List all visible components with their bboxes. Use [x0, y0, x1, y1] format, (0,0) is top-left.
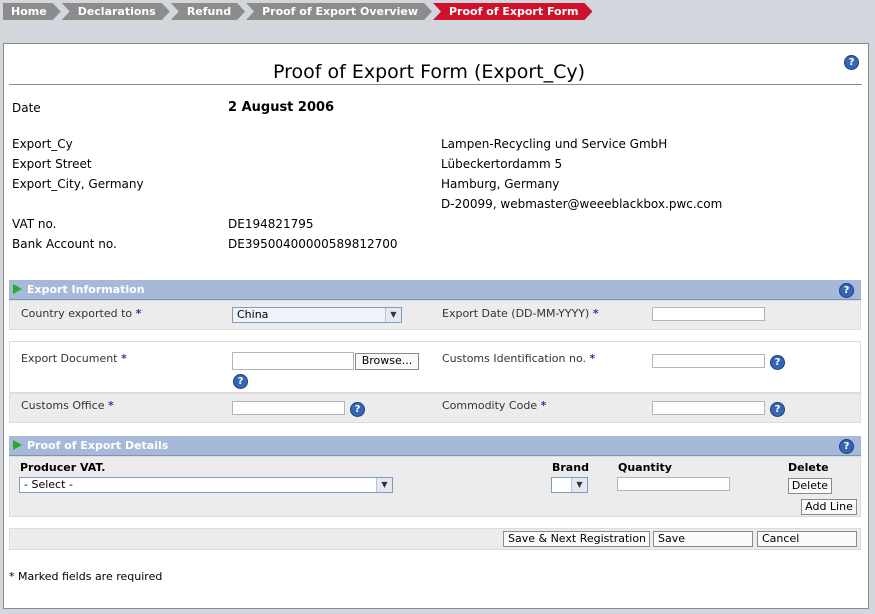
export-information-header: Export Information ? [9, 280, 861, 300]
export-document-label: Export Document * [21, 352, 127, 365]
proof-of-export-details-header: Proof of Export Details ? [9, 436, 861, 456]
quantity-column-header: Quantity [618, 461, 672, 474]
exporter-city: Export_City, Germany [12, 177, 144, 191]
help-icon[interactable]: ? [770, 355, 785, 370]
customs-office-label: Customs Office * [21, 399, 114, 412]
delete-column-header: Delete [788, 461, 829, 474]
chevron-down-icon[interactable]: ▼ [376, 478, 392, 492]
help-icon[interactable]: ? [839, 439, 854, 454]
commodity-code-input[interactable] [652, 401, 765, 415]
vat-value: DE194821795 [228, 217, 314, 231]
recipient-contact: D-20099, webmaster@weeeblackbox.pwc.com [441, 197, 723, 211]
recipient-name: Lampen-Recycling und Service GmbH [441, 137, 668, 151]
brand-column-header: Brand [552, 461, 589, 474]
export-date-input[interactable] [652, 307, 765, 321]
help-icon[interactable]: ? [233, 374, 248, 389]
customs-id-input[interactable] [652, 354, 765, 368]
breadcrumb-proof-of-export-overview[interactable]: Proof of Export Overview [246, 3, 432, 20]
vat-label: VAT no. [12, 217, 57, 231]
breadcrumb-refund[interactable]: Refund [171, 3, 245, 20]
recipient-city: Hamburg, Germany [441, 177, 560, 191]
customs-office-input[interactable] [232, 401, 345, 415]
add-line-button[interactable]: Add Line [801, 499, 857, 515]
bank-account-label: Bank Account no. [12, 237, 117, 251]
breadcrumb-home[interactable]: Home [3, 3, 61, 20]
save-button[interactable]: Save [653, 531, 753, 547]
section-arrow-icon [13, 440, 22, 450]
help-icon[interactable]: ? [839, 283, 854, 298]
breadcrumb-declarations[interactable]: Declarations [62, 3, 170, 20]
export-date-label: Export Date (DD-MM-YYYY) * [442, 307, 599, 320]
required-fields-note: * Marked fields are required [9, 570, 163, 583]
help-icon[interactable]: ? [770, 402, 785, 417]
exporter-street: Export Street [12, 157, 92, 171]
breadcrumb-proof-of-export-form: Proof of Export Form [433, 3, 592, 20]
bank-account-value: DE39500400000589812700 [228, 237, 398, 251]
producer-vat-select[interactable]: - Select - ▼ [19, 477, 393, 493]
quantity-input[interactable] [617, 477, 730, 491]
save-and-next-button[interactable]: Save & Next Registration [503, 531, 650, 547]
date-value: 2 August 2006 [228, 100, 335, 115]
chevron-down-icon[interactable]: ▼ [385, 308, 401, 322]
chevron-down-icon[interactable]: ▼ [571, 478, 587, 492]
date-label: Date [12, 101, 41, 115]
cancel-button[interactable]: Cancel [757, 531, 857, 547]
country-select[interactable]: China ▼ [232, 307, 402, 323]
country-exported-label: Country exported to * [21, 307, 142, 320]
page-title: Proof of Export Form (Export_Cy) [272, 61, 585, 83]
proof-of-export-details-title: Proof of Export Details [27, 439, 169, 452]
recipient-street: Lübeckertordamm 5 [441, 157, 563, 171]
section-arrow-icon [13, 284, 22, 294]
producer-vat-column-header: Producer VAT. [20, 461, 106, 474]
help-icon[interactable]: ? [350, 402, 365, 417]
brand-select[interactable]: ▼ [551, 477, 588, 493]
export-information-title: Export Information [27, 283, 145, 296]
export-document-file-input[interactable] [232, 352, 354, 370]
exporter-name: Export_Cy [12, 137, 73, 151]
breadcrumb: Home Declarations Refund Proof of Export… [3, 3, 593, 20]
delete-row-button[interactable]: Delete [788, 478, 832, 494]
title-divider [9, 84, 862, 85]
form-panel: ? Proof of Export Form (Export_Cy) Date … [3, 43, 869, 609]
browse-button[interactable]: Browse... [355, 353, 419, 370]
customs-id-label: Customs Identification no. * [442, 352, 596, 365]
commodity-code-label: Commodity Code * [442, 399, 547, 412]
